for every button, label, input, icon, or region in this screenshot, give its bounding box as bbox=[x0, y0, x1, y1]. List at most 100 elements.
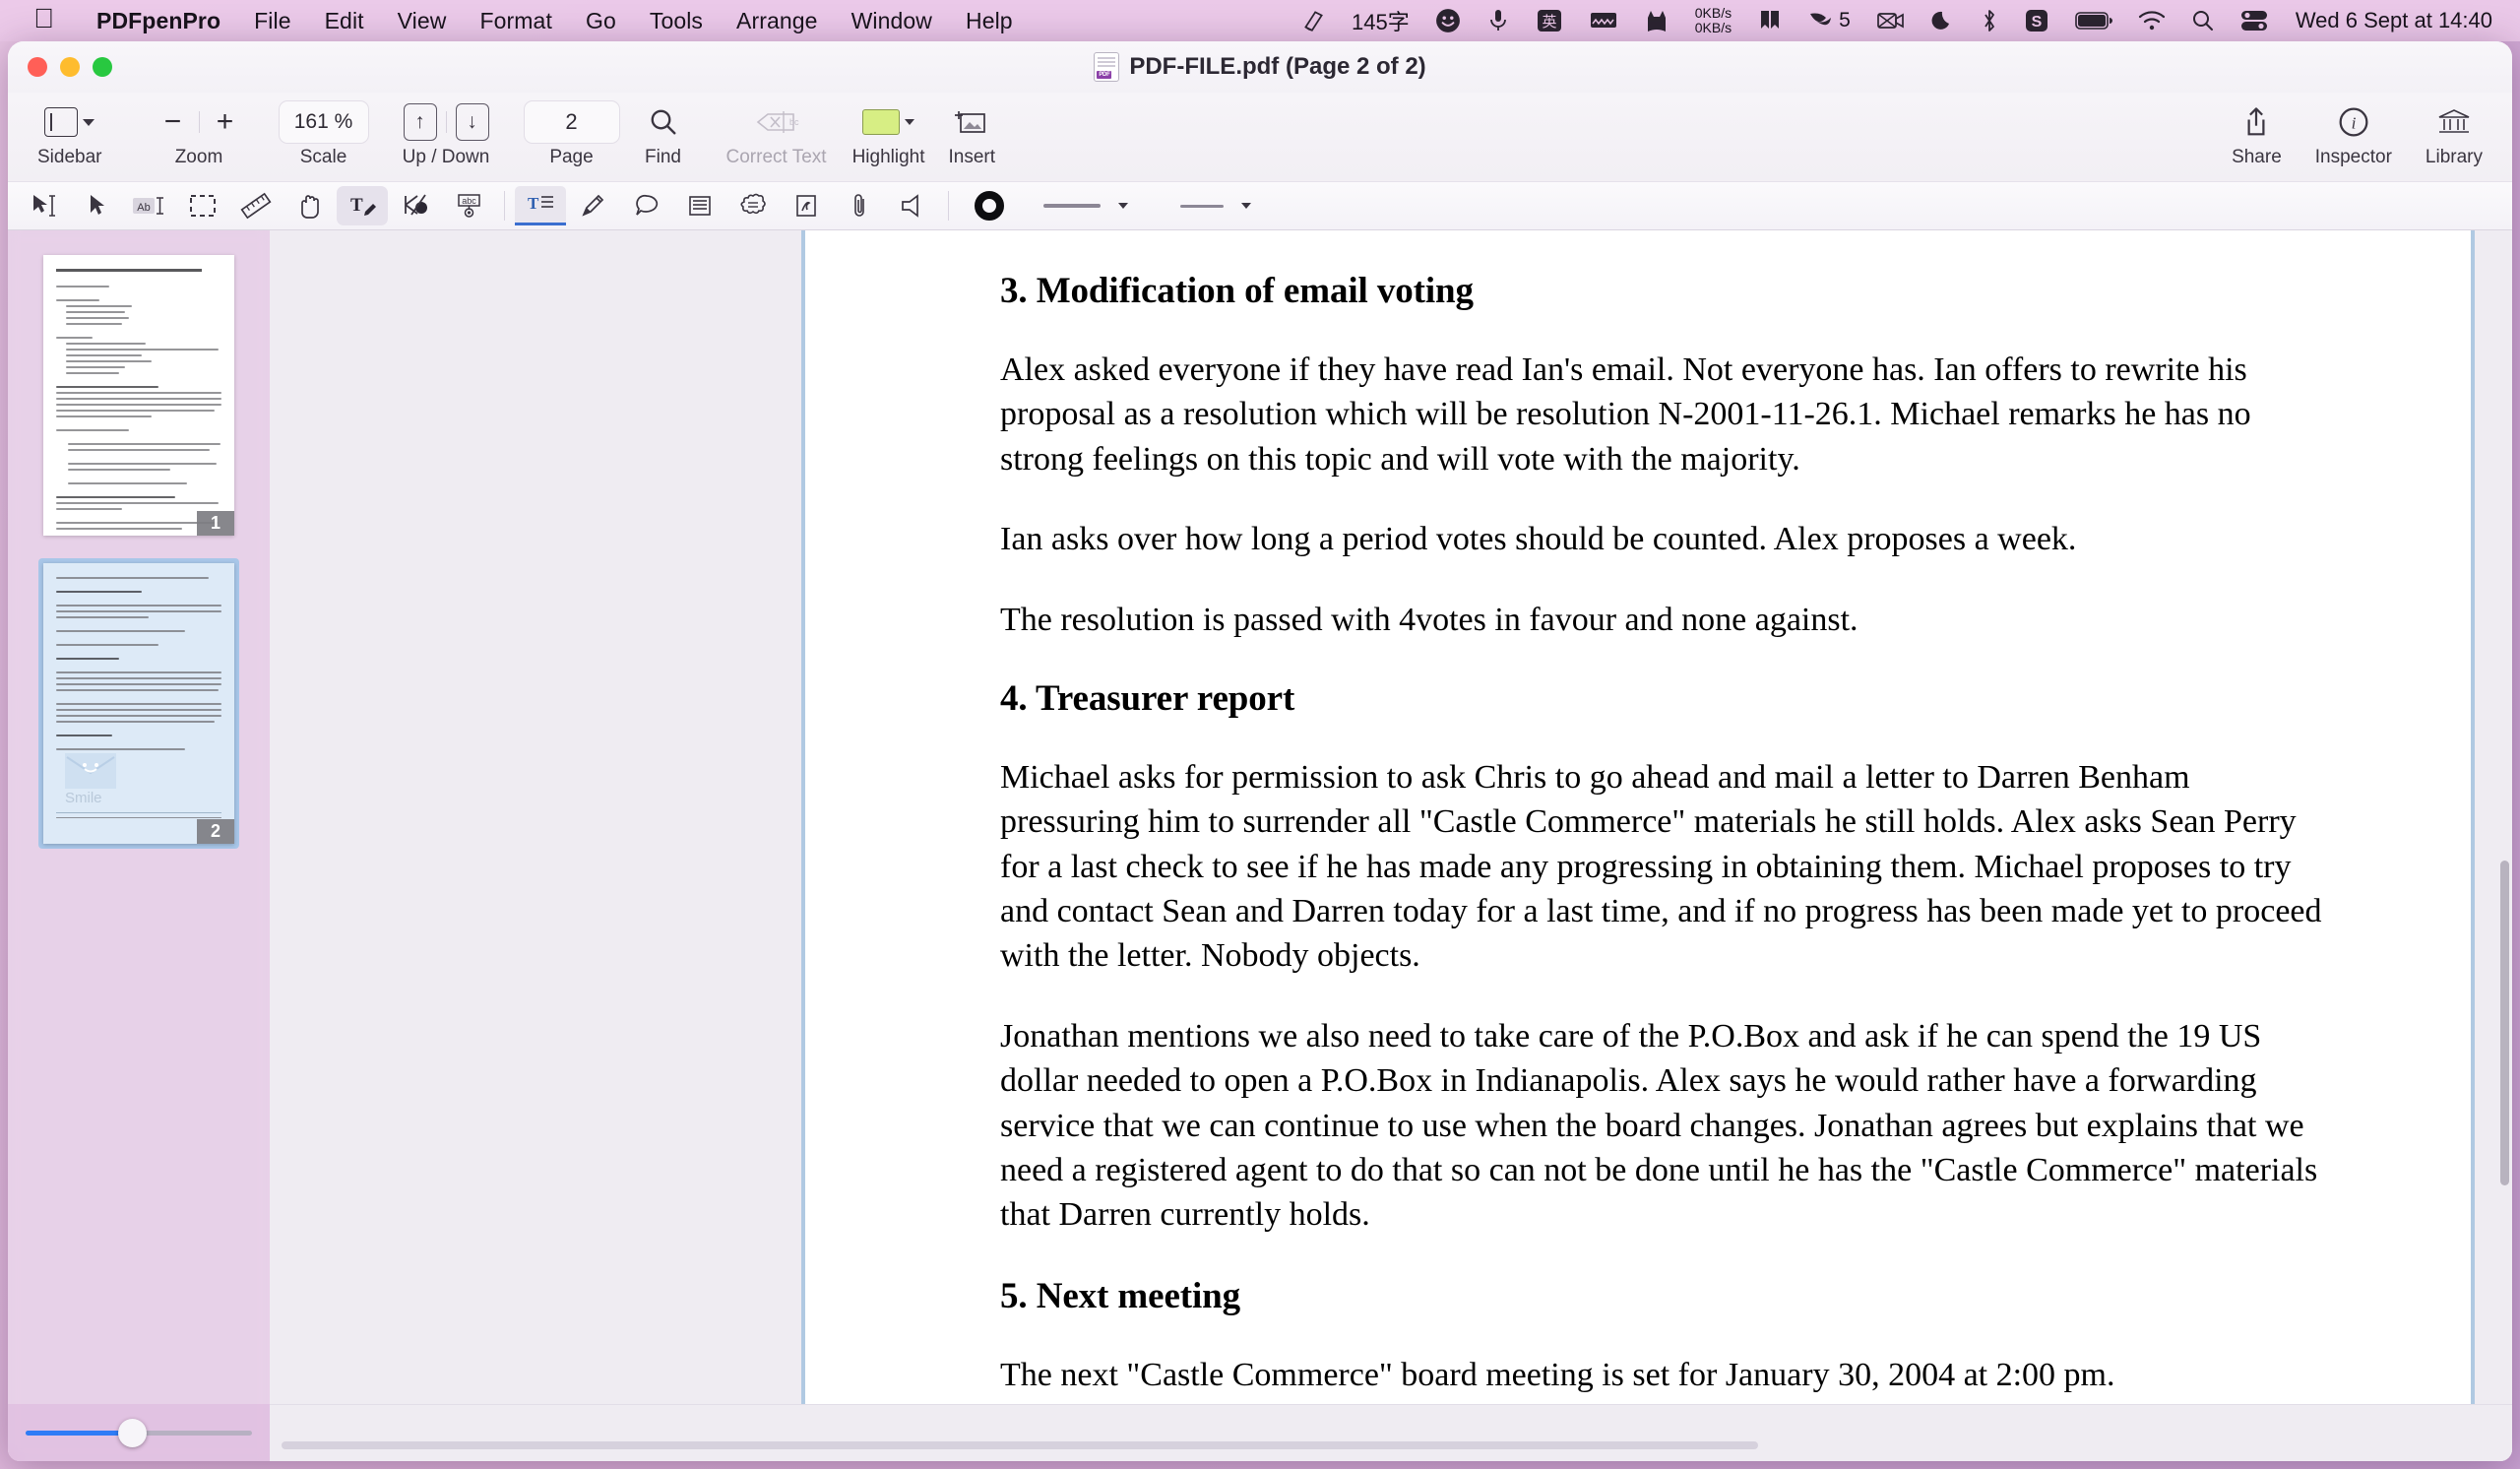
character-count-label[interactable]: 145字 bbox=[1352, 5, 1410, 36]
inspector-button[interactable]: i bbox=[2332, 101, 2375, 143]
updown-label: Up / Down bbox=[402, 147, 490, 167]
close-button[interactable] bbox=[28, 57, 47, 77]
menu-go[interactable]: Go bbox=[569, 8, 633, 34]
thumbnail-size-slider[interactable] bbox=[26, 1418, 252, 1447]
apple-menu-icon[interactable]:  bbox=[33, 5, 54, 32]
document-canvas[interactable]: 3. Modification of email voting Alex ask… bbox=[270, 230, 2512, 1461]
page-down-button[interactable]: ↓ bbox=[451, 101, 494, 143]
smile-envelope-icon bbox=[65, 753, 116, 789]
toolbar-group-share: Share bbox=[2228, 98, 2286, 168]
svg-text:Ab: Ab bbox=[137, 202, 150, 214]
comment-bubble-tool-icon[interactable] bbox=[621, 186, 672, 225]
spotlight-search-icon[interactable] bbox=[2191, 9, 2215, 32]
page-up-button[interactable]: ↑ bbox=[399, 101, 442, 143]
microphone-icon[interactable] bbox=[1486, 8, 1510, 33]
line-style-sample bbox=[1180, 204, 1224, 208]
leaf-badge-count: 5 bbox=[1839, 9, 1851, 32]
thumbnail-page-1[interactable]: 1 bbox=[38, 250, 239, 541]
stroke-color-ring-icon[interactable] bbox=[959, 186, 1020, 225]
thumbnail-page-2[interactable]: Smile 2 bbox=[38, 558, 239, 849]
thumbnail-sidebar[interactable]: 1 Smile 2 bbox=[8, 230, 270, 1461]
text-box-tool-icon[interactable] bbox=[674, 186, 725, 225]
line-style-chevron-down-icon bbox=[1241, 203, 1251, 209]
toolbar-group-inspector: i Inspector bbox=[2311, 98, 2396, 168]
ruler-tool-icon[interactable] bbox=[230, 186, 282, 225]
bluetooth-icon[interactable] bbox=[1981, 8, 1998, 33]
wifi-icon[interactable] bbox=[2138, 10, 2166, 32]
battery-icon[interactable] bbox=[2075, 11, 2112, 31]
line-style-picker-icon[interactable] bbox=[1152, 186, 1280, 225]
menu-file[interactable]: File bbox=[237, 8, 307, 34]
smiley-face-icon[interactable] bbox=[1435, 8, 1461, 33]
attachment-tool-icon[interactable] bbox=[834, 186, 885, 225]
zoom-out-button[interactable]: − bbox=[152, 101, 195, 143]
menu-edit[interactable]: Edit bbox=[308, 8, 381, 34]
menu-bar-clock[interactable]: Wed 6 Sept at 14:40 bbox=[2294, 8, 2492, 33]
insert-button[interactable] bbox=[950, 101, 993, 143]
horizontal-scroll-area bbox=[270, 1404, 2512, 1461]
menu-arrange[interactable]: Arrange bbox=[720, 8, 835, 34]
slider-knob[interactable] bbox=[118, 1418, 148, 1447]
menu-tools[interactable]: Tools bbox=[633, 8, 720, 34]
rectangle-select-tool-icon[interactable] bbox=[177, 186, 228, 225]
thumbnail-page-2-preview: Smile 2 bbox=[43, 563, 234, 844]
screen-record-icon[interactable] bbox=[1876, 10, 1906, 32]
leaf-icon[interactable]: 5 bbox=[1808, 9, 1851, 32]
svg-text:bc: bc bbox=[789, 117, 799, 127]
macos-menu-bar:  PDFpenPro File Edit View Format Go Too… bbox=[0, 0, 2520, 41]
text-field-tool-icon[interactable]: T bbox=[515, 186, 566, 225]
menu-window[interactable]: Window bbox=[835, 8, 949, 34]
sidebar-toggle-button[interactable] bbox=[44, 101, 95, 143]
menu-help[interactable]: Help bbox=[949, 8, 1030, 34]
menu-app-name[interactable]: PDFpenPro bbox=[80, 8, 237, 34]
sidebar-label: Sidebar bbox=[37, 147, 102, 167]
highlight-chevron-down-icon[interactable] bbox=[905, 119, 915, 125]
line-width-picker-icon[interactable] bbox=[1022, 186, 1150, 225]
arrow-select-tool-icon[interactable] bbox=[71, 186, 122, 225]
menu-format[interactable]: Format bbox=[464, 8, 569, 34]
input-source-icon[interactable]: 英 bbox=[1536, 8, 1563, 33]
menu-view[interactable]: View bbox=[381, 8, 464, 34]
s-app-icon[interactable]: S bbox=[2024, 8, 2049, 33]
clipboard-icon[interactable] bbox=[1300, 8, 1326, 33]
pdf-page-2[interactable]: 3. Modification of email voting Alex ask… bbox=[801, 230, 2475, 1439]
pencil-markup-tool-icon[interactable] bbox=[568, 186, 619, 225]
minimize-button[interactable] bbox=[60, 57, 80, 77]
cat-icon[interactable] bbox=[1644, 8, 1670, 33]
plus-icon: + bbox=[216, 105, 234, 138]
redact-tool-icon[interactable] bbox=[390, 186, 441, 225]
scale-value-field[interactable]: 161 % bbox=[278, 100, 369, 144]
cloud-shape-tool-icon[interactable] bbox=[727, 186, 779, 225]
keyboard-icon[interactable] bbox=[1589, 10, 1618, 32]
pdf-page-content: 3. Modification of email voting Alex ask… bbox=[805, 230, 2471, 1397]
control-center-icon[interactable] bbox=[2240, 10, 2268, 32]
share-button[interactable] bbox=[2235, 101, 2278, 143]
document-title: PDF-FILE.pdf (Page 2 of 2) bbox=[8, 52, 2512, 82]
toolbar-group-page: 2 Page bbox=[520, 98, 624, 168]
highlight-label: Highlight bbox=[851, 147, 925, 167]
vertical-scrollbar[interactable] bbox=[2500, 861, 2509, 1185]
signature-tool-icon[interactable] bbox=[781, 186, 832, 225]
chevron-down-icon[interactable] bbox=[83, 118, 95, 126]
correct-text-button[interactable]: bc bbox=[754, 101, 799, 143]
maximize-button[interactable] bbox=[93, 57, 112, 77]
horizontal-scrollbar[interactable] bbox=[282, 1441, 1758, 1449]
highlight-button[interactable] bbox=[862, 101, 915, 143]
svg-text:S: S bbox=[2031, 14, 2042, 31]
moon-icon[interactable] bbox=[1931, 9, 1955, 32]
grid-bookmark-icon[interactable] bbox=[1757, 8, 1783, 33]
menu-bar-status-area: 145字 英 0KB/s 0KB/s 5 S Wed 6 Sept at 14:… bbox=[1300, 5, 2506, 36]
page-number-field[interactable]: 2 bbox=[523, 100, 620, 144]
hand-scroll-tool-icon[interactable] bbox=[284, 186, 335, 225]
thumbnail-2-page-number: 2 bbox=[197, 819, 234, 844]
edit-text-block-tool-icon[interactable]: Ab bbox=[124, 186, 175, 225]
find-button[interactable] bbox=[642, 101, 685, 143]
zoom-in-button[interactable]: + bbox=[204, 101, 247, 143]
network-download-rate: 0KB/s bbox=[1694, 20, 1732, 35]
library-button[interactable] bbox=[2432, 101, 2476, 143]
ocr-text-tool-icon[interactable]: abc bbox=[443, 186, 494, 225]
network-speed-indicator[interactable]: 0KB/s 0KB/s bbox=[1695, 6, 1732, 35]
sound-note-tool-icon[interactable] bbox=[887, 186, 938, 225]
edit-text-tool-icon[interactable]: T bbox=[337, 186, 388, 225]
select-text-tool-icon[interactable] bbox=[18, 186, 69, 225]
